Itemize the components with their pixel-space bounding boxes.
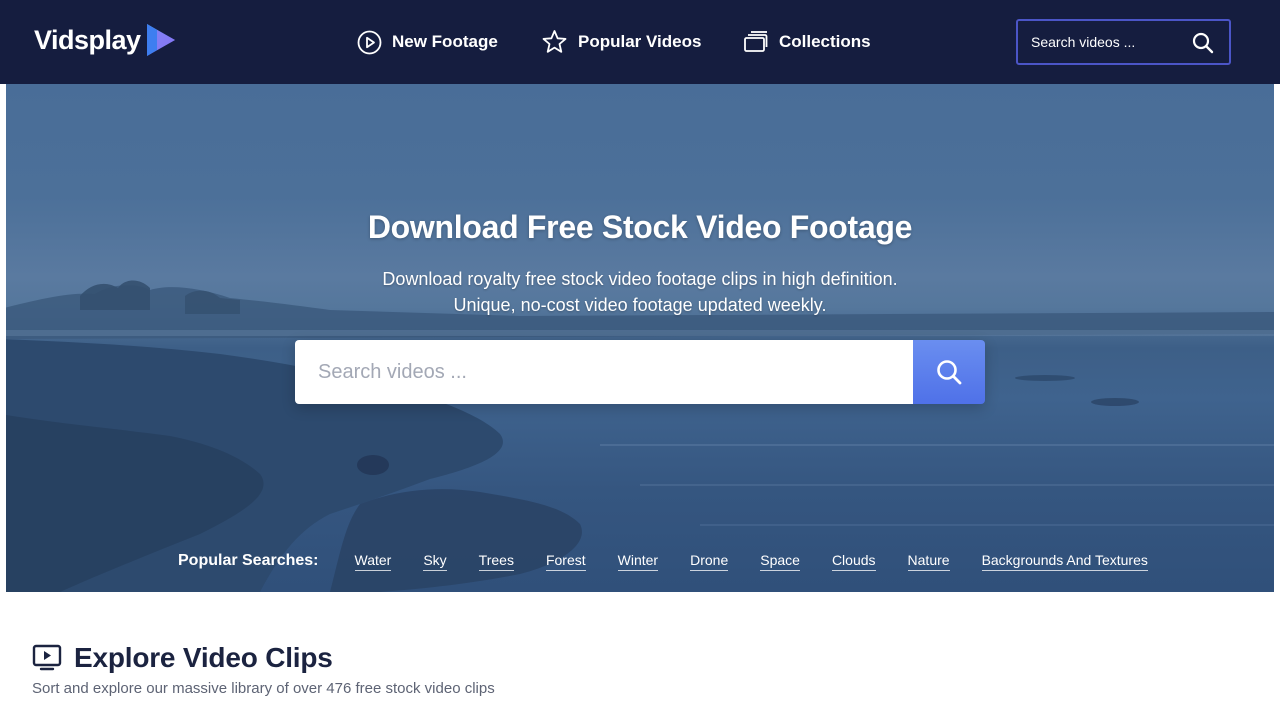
hero-left-border <box>0 84 6 592</box>
popular-tag-winter[interactable]: Winter <box>617 552 659 571</box>
popular-tag-space[interactable]: Space <box>760 552 800 571</box>
search-icon <box>937 360 962 385</box>
hero-background-image <box>0 280 1280 592</box>
star-icon <box>542 30 567 53</box>
hero-subtitle-line-2: Unique, no-cost video footage updated we… <box>453 295 827 315</box>
popular-tag-nature[interactable]: Nature <box>907 552 950 571</box>
play-logo-icon <box>146 24 175 56</box>
hero-title: Download Free Stock Video Footage <box>367 209 913 245</box>
popular-search-tags: Water Sky Trees Forest Winter Drone Spac… <box>354 552 1148 571</box>
header-search-input[interactable] <box>1018 21 1183 63</box>
popular-tag-water[interactable]: Water <box>354 552 392 571</box>
hero-search-bar <box>295 340 985 404</box>
explore-description: Sort and explore our massive library of … <box>32 680 495 697</box>
vidsplay-logo[interactable]: Vidsplay <box>34 22 177 58</box>
popular-tag-backgrounds-and-textures[interactable]: Backgrounds And Textures <box>981 552 1148 571</box>
hero-subtitle-line-1: Download royalty free stock video footag… <box>382 269 898 289</box>
nav-collections-label: Collections <box>779 32 871 51</box>
popular-tag-forest[interactable]: Forest <box>545 552 586 571</box>
hero-search-button[interactable] <box>913 340 985 404</box>
header-search-box <box>1016 19 1231 65</box>
nav-popular-videos-label: Popular Videos <box>578 32 702 51</box>
video-monitor-icon <box>32 644 62 671</box>
nav-new-footage[interactable]: New Footage <box>357 0 498 84</box>
explore-header: Explore Video Clips <box>32 642 333 674</box>
popular-tag-clouds[interactable]: Clouds <box>831 552 876 571</box>
search-icon[interactable] <box>1191 31 1215 55</box>
popular-searches: Popular Searches: Water Sky Trees Forest… <box>178 549 1148 573</box>
play-circle-icon <box>357 30 382 54</box>
nav-collections[interactable]: Collections <box>743 0 871 84</box>
popular-tag-trees[interactable]: Trees <box>478 552 514 571</box>
top-navigation-bar: Vidsplay New Footage Popular Videos Coll… <box>0 0 1280 84</box>
hero-right-border <box>1274 84 1280 592</box>
explore-title: Explore Video Clips <box>74 642 333 673</box>
popular-searches-label: Popular Searches: <box>178 552 319 569</box>
popular-tag-drone[interactable]: Drone <box>690 552 729 571</box>
nav-popular-videos[interactable]: Popular Videos <box>541 0 701 84</box>
hero-search-input[interactable] <box>295 340 913 404</box>
nav-new-footage-label: New Footage <box>392 32 498 51</box>
logo-text: Vidsplay <box>34 24 141 55</box>
hero-banner: Download Free Stock Video Footage Downlo… <box>0 84 1280 592</box>
popular-tag-sky[interactable]: Sky <box>423 552 447 571</box>
collections-icon <box>744 31 768 52</box>
